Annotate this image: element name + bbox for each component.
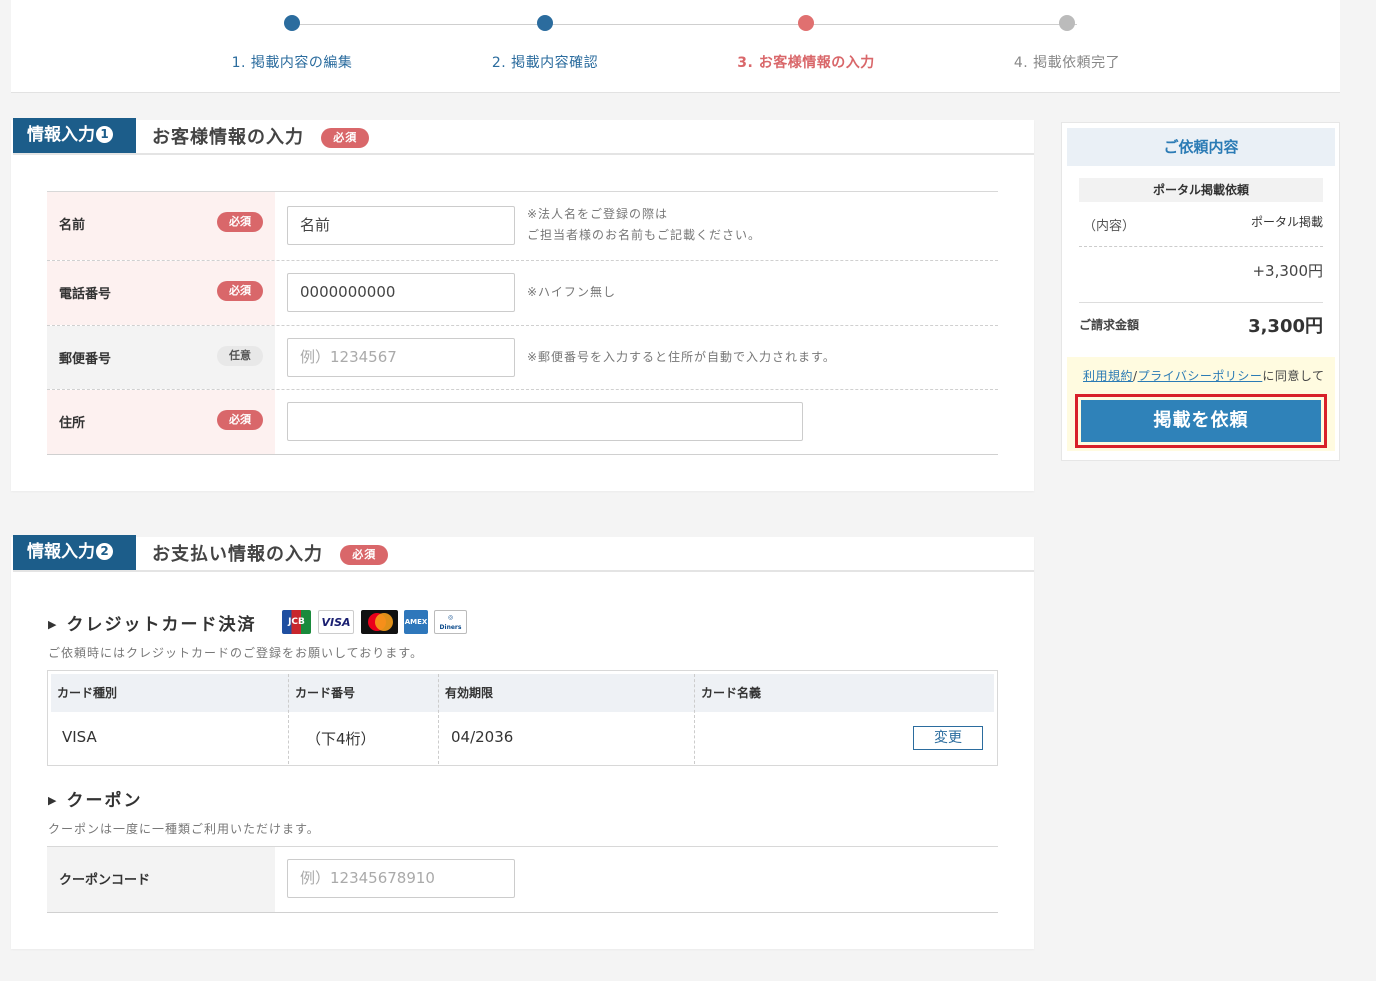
step-label: 1. 掲載内容の編集 bbox=[231, 55, 353, 71]
step-label: 2. 掲載内容確認 bbox=[491, 55, 599, 71]
field-label-cell: 住所 必須 bbox=[47, 390, 275, 454]
content-label: （内容） bbox=[1083, 219, 1136, 234]
agreement-suffix: に同意して bbox=[1262, 369, 1325, 383]
step-dot bbox=[537, 15, 553, 31]
credit-card-note: ご依頼時にはクレジットカードのご登録をお願いしております。 bbox=[48, 646, 424, 660]
column-divider bbox=[438, 674, 439, 764]
summary-plan: ポータル掲載依頼 bbox=[1079, 178, 1323, 202]
expiry-value: 04/2036 bbox=[451, 728, 514, 746]
step-dot bbox=[284, 15, 300, 31]
field-label-cell: 名前 必須 bbox=[47, 192, 275, 260]
field-label-cell: 郵便番号 任意 bbox=[47, 326, 275, 389]
required-badge: 必須 bbox=[217, 410, 263, 430]
field-label-cell: クーポンコード bbox=[47, 847, 275, 912]
section-tag-text: 情報入力 bbox=[27, 125, 95, 145]
phone-input[interactable]: 0000000000 bbox=[287, 273, 515, 312]
name-input[interactable]: 名前 bbox=[287, 206, 515, 245]
customer-form: 名前 必須 名前 ※法人名をご登録の際は ご担当者様のお名前もご記載ください。 … bbox=[47, 191, 998, 455]
section-title: お客様情報の入力 必須 bbox=[152, 123, 370, 149]
column-divider bbox=[694, 674, 695, 764]
submit-request-button[interactable]: 掲載を依頼 bbox=[1081, 400, 1321, 442]
step-label: 4. 掲載依頼完了 bbox=[1013, 55, 1121, 71]
card-table: カード種別 カード番号 有効期限 カード名義 VISA （下4桁） 04/203… bbox=[47, 670, 998, 766]
section-title-text: お支払い情報の入力 bbox=[152, 544, 323, 565]
form-row-phone: 電話番号 必須 0000000000 ※ハイフン無し bbox=[47, 261, 998, 326]
visa-icon: VISA bbox=[318, 610, 354, 634]
step-label: 3. お客様情報の入力 bbox=[737, 55, 875, 71]
coupon-form: クーポンコード 例）12345678910 bbox=[47, 846, 998, 913]
section-rule bbox=[13, 570, 1034, 572]
form-row-postal: 郵便番号 任意 例）1234567 ※郵便番号を入力すると住所が自動で入力されま… bbox=[47, 326, 998, 390]
step-dot bbox=[1059, 15, 1075, 31]
required-badge: 必須 bbox=[217, 281, 263, 301]
col-card-number: カード番号 bbox=[295, 686, 356, 700]
field-note: ※ハイフン無し bbox=[527, 285, 617, 299]
section-header-payment: 情報入力 2 お支払い情報の入力 必須 bbox=[13, 535, 1034, 572]
summary-total-row: ご請求金額 3,300円 bbox=[1079, 303, 1323, 353]
field-label: クーポンコード bbox=[59, 873, 151, 888]
coupon-heading-text: クーポン bbox=[66, 791, 143, 811]
jcb-icon: JCB bbox=[282, 610, 311, 634]
stepper-line bbox=[292, 24, 1077, 25]
card-type-value: VISA bbox=[62, 728, 97, 746]
field-label: 住所 bbox=[59, 416, 86, 431]
form-row-name: 名前 必須 名前 ※法人名をご登録の際は ご担当者様のお名前もご記載ください。 bbox=[47, 192, 998, 261]
col-card-type: カード種別 bbox=[57, 686, 118, 700]
summary-price-row: +3,300円 bbox=[1079, 247, 1323, 303]
col-expiry: 有効期限 bbox=[445, 686, 494, 700]
section-tag: 情報入力 2 bbox=[13, 535, 136, 570]
card-number-value: （下4桁） bbox=[306, 730, 376, 748]
col-card-holder: カード名義 bbox=[701, 686, 762, 700]
privacy-policy-link[interactable]: プライバシーポリシー bbox=[1138, 369, 1263, 383]
progress-stepper: 1. 掲載内容の編集 2. 掲載内容確認 3. お客様情報の入力 4. 掲載依頼… bbox=[11, 0, 1340, 93]
step-dot bbox=[798, 15, 814, 31]
coupon-note: クーポンは一度に一種類ご利用いただけます。 bbox=[48, 822, 320, 836]
section-tag-number: 1 bbox=[96, 126, 113, 143]
mastercard-icon bbox=[361, 610, 398, 634]
field-note: ※法人名をご登録の際は ご担当者様のお名前もご記載ください。 bbox=[527, 207, 762, 242]
order-summary: ご依頼内容 ポータル掲載依頼 （内容） ポータル掲載 +3,300円 ご請求金額… bbox=[1061, 122, 1340, 461]
cta-highlight: 掲載を依頼 bbox=[1075, 394, 1327, 448]
amex-icon: AMEX bbox=[404, 610, 428, 634]
section-tag-text: 情報入力 bbox=[27, 542, 95, 562]
field-label: 郵便番号 bbox=[59, 352, 112, 367]
summary-content-row: （内容） ポータル掲載 bbox=[1079, 213, 1323, 247]
form-row-address: 住所 必須 bbox=[47, 390, 998, 455]
agreement-text: 利用規約/プライバシーポリシーに同意して bbox=[1083, 367, 1324, 384]
section-title: お支払い情報の入力 必須 bbox=[152, 540, 389, 566]
required-badge: 必須 bbox=[340, 545, 389, 565]
coupon-heading: ▶ クーポン bbox=[48, 786, 142, 811]
postal-code-input[interactable]: 例）1234567 bbox=[287, 338, 515, 377]
field-label: 名前 bbox=[59, 218, 86, 233]
total-label: ご請求金額 bbox=[1079, 318, 1140, 332]
triangle-icon: ▶ bbox=[48, 794, 59, 807]
summary-title: ご依頼内容 bbox=[1067, 128, 1335, 166]
terms-link[interactable]: 利用規約 bbox=[1083, 369, 1133, 383]
required-badge: 必須 bbox=[217, 212, 263, 232]
form-row-coupon: クーポンコード 例）12345678910 bbox=[47, 847, 998, 913]
section-header-customer: 情報入力 1 お客様情報の入力 必須 bbox=[13, 118, 1034, 155]
total-value: 3,300円 bbox=[1248, 316, 1323, 337]
address-input[interactable] bbox=[287, 402, 803, 441]
field-label: 電話番号 bbox=[59, 287, 112, 302]
field-note: ※郵便番号を入力すると住所が自動で入力されます。 bbox=[527, 350, 836, 364]
content-value: ポータル掲載 bbox=[1250, 215, 1323, 229]
section-title-text: お客様情報の入力 bbox=[152, 127, 304, 148]
required-badge: 必須 bbox=[321, 128, 370, 148]
field-label-cell: 電話番号 必須 bbox=[47, 261, 275, 325]
column-divider bbox=[288, 674, 289, 764]
section-rule bbox=[13, 153, 1034, 155]
change-card-button[interactable]: 変更 bbox=[913, 726, 983, 750]
section-tag: 情報入力 1 bbox=[13, 118, 136, 153]
diners-club-icon: ◎ Diners bbox=[434, 610, 467, 634]
section-tag-number: 2 bbox=[96, 543, 113, 560]
optional-badge: 任意 bbox=[217, 346, 263, 366]
triangle-icon: ▶ bbox=[48, 618, 59, 631]
credit-card-heading: ▶ クレジットカード決済 bbox=[48, 610, 256, 635]
credit-card-heading-text: クレジットカード決済 bbox=[66, 615, 257, 635]
price-value: +3,300円 bbox=[1252, 262, 1323, 280]
coupon-code-input[interactable]: 例）12345678910 bbox=[287, 859, 515, 898]
agreement-box: 利用規約/プライバシーポリシーに同意して 掲載を依頼 bbox=[1067, 357, 1335, 451]
card-table-header bbox=[51, 674, 994, 712]
